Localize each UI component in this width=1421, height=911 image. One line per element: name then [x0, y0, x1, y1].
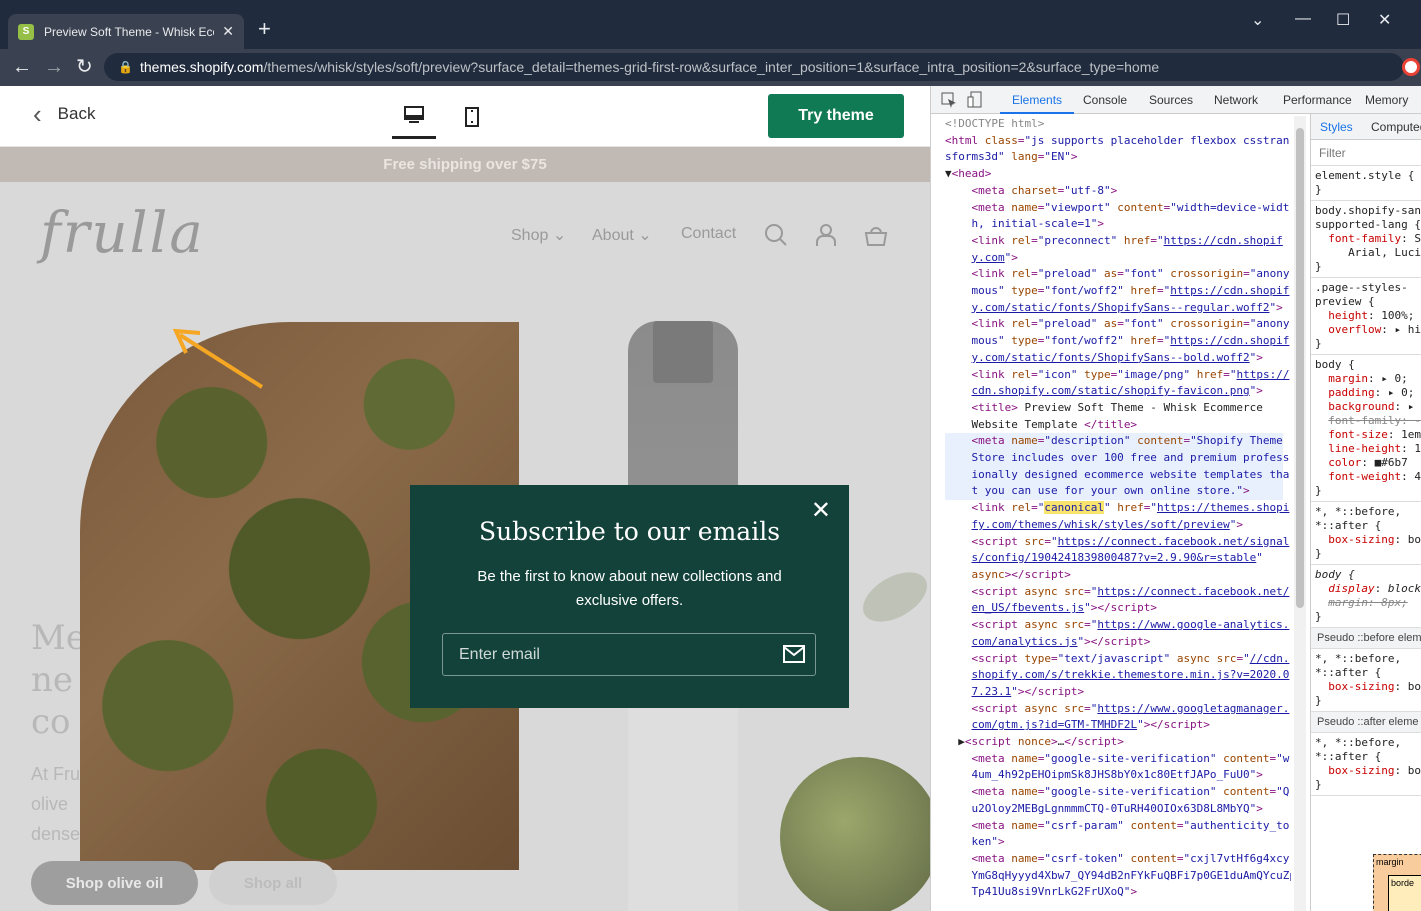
- email-input[interactable]: Enter email: [442, 633, 816, 676]
- preview-toolbar: ‹ Back Try theme: [0, 86, 930, 147]
- tab-console[interactable]: Console: [1083, 93, 1127, 107]
- modal-body: Be the first to know about new collectio…: [477, 568, 782, 609]
- style-rule: *, *::before, *::after { box-sizing: bo …: [1311, 733, 1421, 796]
- styles-filter-input[interactable]: Filter: [1311, 140, 1421, 166]
- shop-all-button[interactable]: Shop all: [209, 861, 337, 905]
- nav-about[interactable]: About ⌄: [592, 225, 652, 245]
- devtools-panel: Elements Console Sources Network Perform…: [930, 86, 1421, 911]
- search-icon[interactable]: [764, 223, 788, 247]
- url-host: themes.shopify.com: [140, 59, 264, 75]
- close-tab-icon[interactable]: ✕: [222, 23, 234, 40]
- nav-shop[interactable]: Shop ⌄: [511, 225, 566, 245]
- style-rule: element.style { }: [1311, 166, 1421, 201]
- mobile-icon: [465, 106, 479, 127]
- forward-arrow-icon[interactable]: →: [44, 55, 64, 79]
- inspect-icon[interactable]: [941, 92, 957, 108]
- desktop-view-button[interactable]: [392, 94, 436, 139]
- desktop-icon: [404, 106, 424, 123]
- styles-pane: Styles Computed Filter element.style { }…: [1310, 114, 1421, 911]
- pseudo-after-header: Pseudo ::after eleme: [1311, 712, 1421, 733]
- minimize-button[interactable]: —: [1295, 10, 1311, 28]
- pseudo-before-header: Pseudo ::before elem: [1311, 628, 1421, 649]
- styles-tabbar: Styles Computed: [1311, 114, 1421, 140]
- promo-banner: Free shipping over $75: [0, 147, 930, 182]
- new-tab-button[interactable]: +: [258, 18, 271, 40]
- devtools-tabbar: Elements Console Sources Network Perform…: [931, 86, 1421, 114]
- mail-icon[interactable]: [783, 644, 805, 664]
- reload-icon[interactable]: ↻: [76, 55, 93, 79]
- tab-sources[interactable]: Sources: [1149, 93, 1193, 107]
- account-icon[interactable]: [815, 223, 837, 247]
- dom-tree[interactable]: <!DOCTYPE html> <html class="js supports…: [931, 114, 1291, 911]
- mobile-view-button[interactable]: [450, 94, 494, 139]
- try-theme-button[interactable]: Try theme: [768, 94, 904, 138]
- cart-icon[interactable]: [864, 225, 888, 247]
- lock-icon: 🔒: [118, 60, 133, 74]
- box-model-diagram: margin borde: [1373, 854, 1421, 911]
- tab-elements[interactable]: Elements: [999, 93, 1075, 114]
- style-rule: body { margin: ▸ 0; padding: ▸ 0; backgr…: [1311, 355, 1421, 502]
- tab-network[interactable]: Network: [1214, 93, 1258, 107]
- pointer-arrow-icon: [172, 328, 264, 389]
- style-rule: body.shopify-sans supported-lang { font-…: [1311, 201, 1421, 278]
- hero-subtitle: At Fru olive dense: [31, 764, 81, 844]
- leaf-decoration: [854, 562, 930, 632]
- style-rule: *, *::before, *::after { box-sizing: bo …: [1311, 649, 1421, 712]
- device-toggle-icon[interactable]: [967, 91, 983, 108]
- style-rule: .page--styles- preview { height: 100%; o…: [1311, 278, 1421, 355]
- back-label: Back: [57, 104, 96, 123]
- tab-title: Preview Soft Theme - Whisk Ecor: [44, 24, 215, 39]
- google-account-icon[interactable]: [1402, 58, 1420, 76]
- olives-image: [780, 757, 930, 911]
- tab-computed[interactable]: Computed: [1371, 120, 1421, 134]
- browser-tab[interactable]: S Preview Soft Theme - Whisk Ecor ✕: [8, 14, 244, 49]
- dom-scrollbar[interactable]: [1294, 116, 1306, 911]
- style-rule: *, *::before, *::after { box-sizing: bo …: [1311, 502, 1421, 565]
- style-rule: body { display: block margin: 8px; }: [1311, 565, 1421, 628]
- shop-olive-oil-button[interactable]: Shop olive oil: [31, 861, 198, 905]
- tab-search-icon[interactable]: ⌄: [1251, 10, 1264, 30]
- url-field[interactable]: 🔒 themes.shopify.com/themes/whisk/styles…: [104, 53, 1404, 81]
- maximize-button[interactable]: ☐: [1336, 10, 1350, 30]
- browser-titlebar: S Preview Soft Theme - Whisk Ecor ✕ + ⌄ …: [0, 0, 1421, 49]
- subscribe-modal: ✕ Subscribe to our emails Be the first t…: [410, 485, 849, 708]
- store-logo[interactable]: frulla: [40, 201, 205, 266]
- box-border-label: borde: [1391, 878, 1415, 888]
- tab-styles[interactable]: Styles: [1320, 120, 1353, 134]
- back-arrow-icon[interactable]: ←: [12, 55, 32, 79]
- back-link[interactable]: ‹ Back: [33, 99, 96, 129]
- chevron-left-icon: ‹: [33, 99, 42, 129]
- tab-memory[interactable]: Memory: [1365, 93, 1408, 107]
- box-margin-label: margin: [1376, 857, 1404, 867]
- tab-performance[interactable]: Performance: [1283, 93, 1352, 107]
- nav-contact[interactable]: Contact: [681, 225, 736, 243]
- shopify-favicon-icon: S: [18, 23, 34, 40]
- close-window-button[interactable]: ✕: [1378, 10, 1391, 30]
- email-placeholder: Enter email: [459, 646, 540, 663]
- modal-title: Subscribe to our emails: [478, 517, 781, 546]
- hero-title: Me ne co: [31, 618, 86, 742]
- url-path: /themes/whisk/styles/soft/preview?surfac…: [263, 59, 1160, 75]
- address-bar: ← → ↻ 🔒 themes.shopify.com/themes/whisk/…: [0, 49, 1421, 86]
